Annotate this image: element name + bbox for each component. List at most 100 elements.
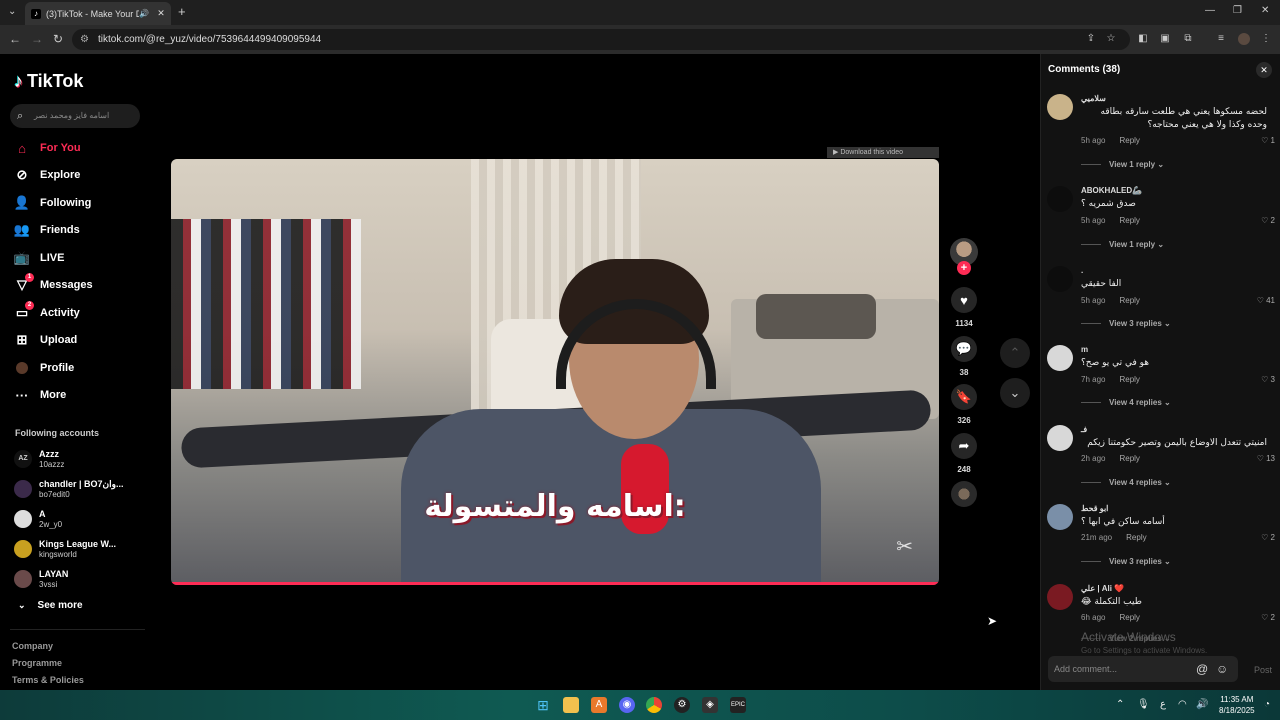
- install-app-icon[interactable]: ⇪: [1085, 33, 1097, 45]
- tiktok-logo[interactable]: ♪ TikTok: [14, 71, 83, 92]
- nav-profile[interactable]: Profile: [14, 358, 74, 378]
- comment-user[interactable]: .: [1081, 266, 1083, 275]
- post-button[interactable]: Post: [1254, 665, 1272, 675]
- nav-messages[interactable]: ▽ 1 Messages: [14, 273, 93, 295]
- comment-like[interactable]: ♡ 13: [1257, 454, 1275, 463]
- avatar[interactable]: [1047, 504, 1073, 530]
- avatar[interactable]: [1047, 186, 1073, 212]
- epic-games-icon[interactable]: EPIC: [730, 697, 746, 713]
- bookmark-star-icon[interactable]: ☆: [1105, 33, 1117, 45]
- comment-user[interactable]: سلاميي: [1081, 94, 1106, 103]
- avatar[interactable]: [1047, 345, 1073, 371]
- account-item[interactable]: LAYAN 3vssi: [14, 566, 68, 592]
- music-disc-icon[interactable]: [951, 481, 977, 507]
- profile-avatar-icon[interactable]: [1238, 33, 1250, 45]
- comment-like[interactable]: ♡ 1: [1261, 136, 1275, 145]
- comment-action[interactable]: 💬 38: [949, 336, 979, 377]
- comment-like[interactable]: ♡ 3: [1261, 375, 1275, 384]
- app-2-icon[interactable]: ◈: [702, 697, 718, 713]
- nav-explore[interactable]: ⊘ Explore: [14, 165, 81, 185]
- close-window-button[interactable]: ✕: [1261, 5, 1269, 16]
- wifi-icon[interactable]: ◠: [1178, 699, 1187, 710]
- extensions-puzzle-icon[interactable]: ⧉: [1182, 33, 1194, 45]
- reply-button[interactable]: Reply: [1119, 454, 1139, 463]
- reply-button[interactable]: Reply: [1119, 375, 1139, 384]
- url-input[interactable]: ⚙ tiktok.com/@re_yuz/video/7539644499409…: [72, 29, 1130, 50]
- windows-start-icon[interactable]: ⊞: [535, 697, 551, 713]
- avatar[interactable]: [1047, 266, 1073, 292]
- back-icon[interactable]: ←: [9, 32, 21, 46]
- comment-user[interactable]: m: [1081, 345, 1088, 354]
- follow-button[interactable]: +: [957, 261, 971, 275]
- reply-button[interactable]: Reply: [1119, 216, 1139, 225]
- steam-icon[interactable]: ⚙: [674, 697, 690, 713]
- avatar[interactable]: [1047, 584, 1073, 610]
- extension-icon[interactable]: ◧: [1137, 33, 1149, 45]
- nav-friends[interactable]: 👥 Friends: [14, 220, 80, 240]
- chrome-icon[interactable]: [646, 697, 662, 713]
- account-item[interactable]: AZ Azzz 10azzz: [14, 446, 64, 472]
- view-replies-button[interactable]: View 3 replies ⌄: [1081, 319, 1171, 328]
- account-item[interactable]: chandler | BO7وان... bo7edit0: [14, 476, 124, 502]
- app-icon[interactable]: A: [591, 697, 607, 713]
- reload-icon[interactable]: ↻: [53, 32, 63, 46]
- view-replies-button[interactable]: View 4 replies ⌄: [1081, 398, 1171, 407]
- comment-like[interactable]: ♡ 2: [1261, 533, 1275, 542]
- account-item[interactable]: Kings League W... kingsworld: [14, 536, 116, 562]
- like-action[interactable]: ♥ 1134: [949, 287, 979, 328]
- emoji-icon[interactable]: ☺: [1216, 656, 1228, 682]
- video-player[interactable]: اسامه والمتسولة: ✂: [171, 159, 939, 585]
- browser-tab[interactable]: ♪ (3)TikTok - Make Your Day 🔊 ✕: [25, 2, 171, 25]
- notification-icon[interactable]: ◔: [1264, 699, 1270, 710]
- avatar[interactable]: [1047, 94, 1073, 120]
- site-info-icon[interactable]: ⚙: [80, 29, 89, 50]
- comment-like[interactable]: ♡ 2: [1261, 216, 1275, 225]
- comment-like[interactable]: ♡ 2: [1261, 613, 1275, 622]
- comment-user[interactable]: علي | Ali ❤️: [1081, 584, 1124, 593]
- reply-button[interactable]: Reply: [1119, 296, 1139, 305]
- tab-close-icon[interactable]: ✕: [155, 8, 167, 19]
- share-action[interactable]: ➦ 248: [949, 433, 979, 474]
- taskbar-clock[interactable]: 11:35 AM 8/18/2025: [1219, 694, 1255, 716]
- minimize-button[interactable]: —: [1205, 5, 1215, 16]
- close-comments-icon[interactable]: ✕: [1256, 62, 1272, 78]
- new-tab-button[interactable]: +: [178, 4, 186, 19]
- forward-icon[interactable]: →: [31, 32, 43, 46]
- speaker-icon[interactable]: 🔊: [139, 9, 149, 18]
- maximize-button[interactable]: ❐: [1233, 5, 1242, 16]
- comment-input[interactable]: Add comment... @ ☺: [1048, 656, 1238, 682]
- footer-company-link[interactable]: Company: [12, 641, 53, 651]
- view-replies-button[interactable]: View 1 reply ⌄: [1081, 240, 1164, 249]
- view-replies-button[interactable]: View 3 replies ⌄: [1081, 557, 1171, 566]
- video-progress-bar[interactable]: [171, 582, 939, 585]
- tray-chevron-icon[interactable]: ⌃: [1116, 699, 1124, 710]
- save-action[interactable]: 🔖 326: [949, 384, 979, 425]
- tab-search-icon[interactable]: ⌄: [8, 6, 16, 17]
- view-replies-button[interactable]: View 1 reply ⌄: [1081, 160, 1164, 169]
- nav-for-you[interactable]: ⌂ For You: [14, 138, 80, 158]
- account-item[interactable]: A 2w_y0: [14, 506, 62, 532]
- comment-like[interactable]: ♡ 41: [1257, 296, 1275, 305]
- next-video-button[interactable]: ⌄: [1000, 378, 1030, 408]
- menu-kebab-icon[interactable]: ⋮: [1260, 33, 1272, 45]
- download-video-banner[interactable]: ▶ Download this video: [827, 147, 939, 158]
- volume-icon[interactable]: 🔊: [1196, 699, 1208, 710]
- see-more-button[interactable]: ⌄ See more: [18, 600, 83, 611]
- reply-button[interactable]: Reply: [1126, 533, 1146, 542]
- footer-terms-link[interactable]: Terms & Policies: [12, 675, 84, 685]
- comment-user[interactable]: ABOKHALED🦾: [1081, 186, 1142, 195]
- reply-button[interactable]: Reply: [1119, 136, 1139, 145]
- avatar[interactable]: [1047, 425, 1073, 451]
- mention-icon[interactable]: @: [1196, 656, 1208, 682]
- previous-video-button[interactable]: ⌃: [1000, 338, 1030, 368]
- comment-user[interactable]: فـ: [1081, 425, 1087, 434]
- discord-icon[interactable]: ◉: [619, 697, 635, 713]
- search-input[interactable]: ⌕ اسامه فايز ومحمد نصر: [10, 104, 140, 128]
- reply-button[interactable]: Reply: [1119, 613, 1139, 622]
- media-controls-icon[interactable]: ≡: [1215, 33, 1227, 45]
- nav-activity[interactable]: ▭ 2 Activity: [14, 301, 80, 323]
- view-replies-button[interactable]: View 4 replies ⌄: [1081, 478, 1171, 487]
- nav-following[interactable]: 👤 Following: [14, 193, 91, 213]
- nav-live[interactable]: 📺 LIVE: [14, 248, 65, 268]
- nav-more[interactable]: ··· More: [14, 385, 67, 405]
